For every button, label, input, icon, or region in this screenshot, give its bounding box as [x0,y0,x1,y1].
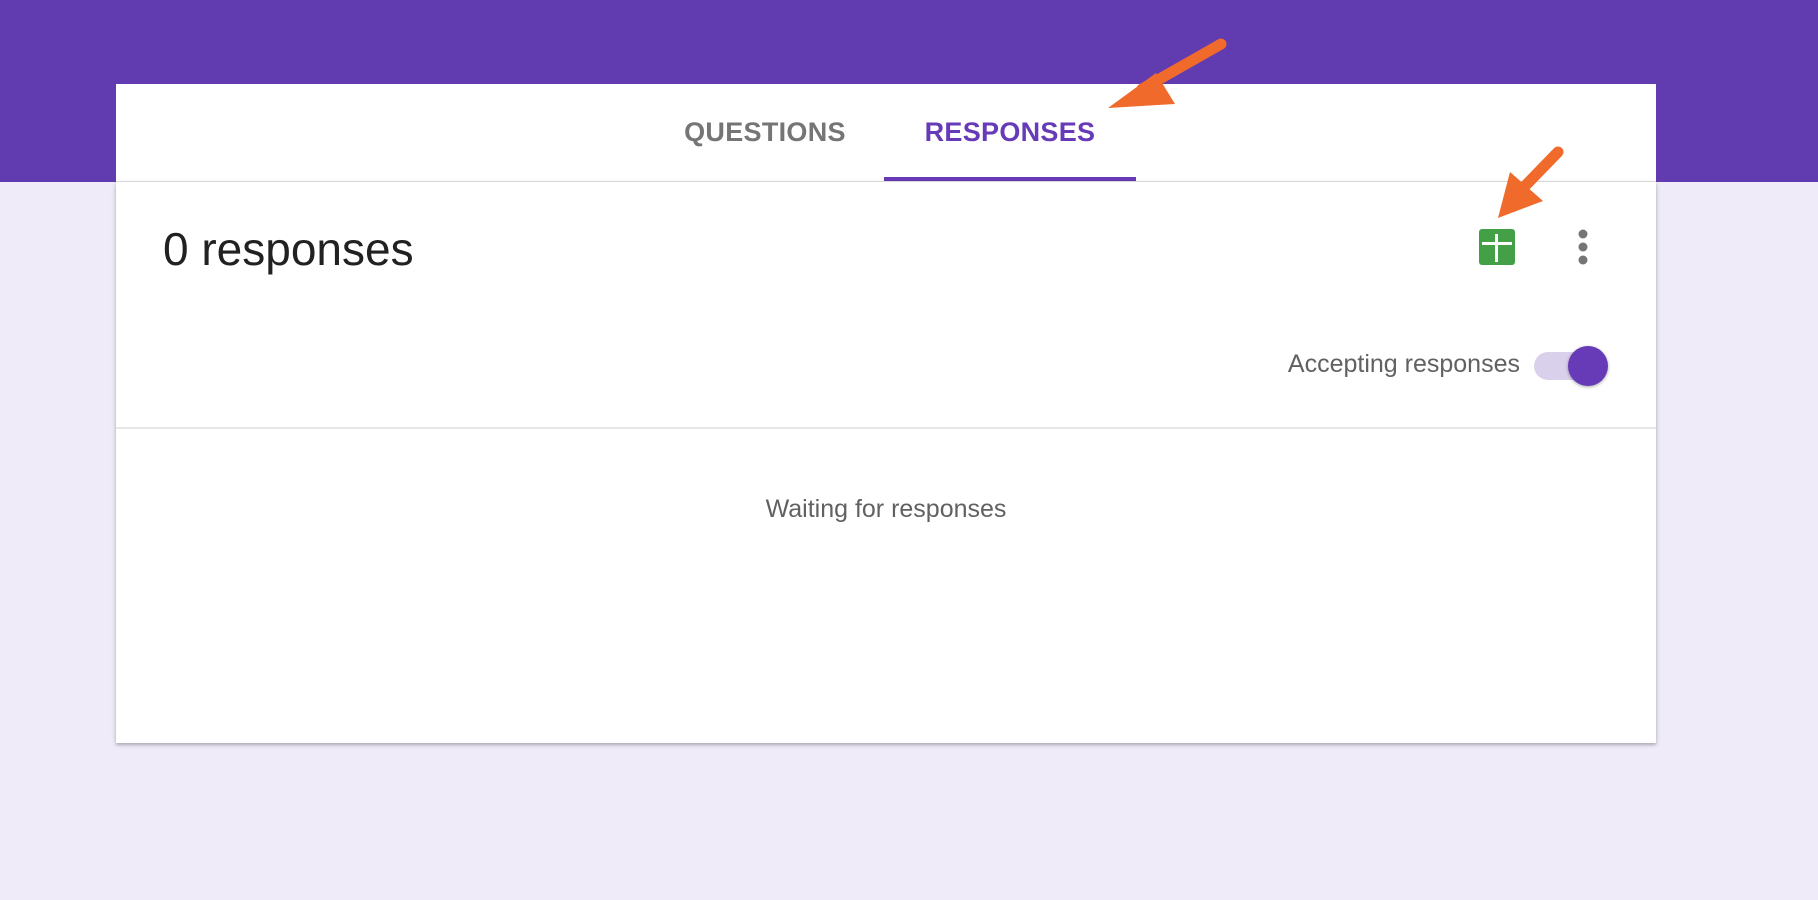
active-tab-indicator [884,177,1136,181]
accepting-responses-toggle[interactable] [1532,344,1610,388]
tab-responses[interactable]: RESPONSES [884,84,1136,181]
create-spreadsheet-button[interactable] [1478,228,1516,266]
accepting-responses-label: Accepting responses [1287,350,1520,378]
more-options-button[interactable] [1573,223,1593,271]
card-divider [116,427,1656,429]
empty-state-message: Waiting for responses [765,495,1007,523]
toggle-thumb [1568,346,1608,386]
tab-questions[interactable]: QUESTIONS [660,84,870,181]
response-count-title: 0 responses [163,223,414,275]
tab-bar: QUESTIONS RESPONSES [116,84,1656,182]
spreadsheet-add-icon [1479,229,1515,265]
more-vert-icon [1578,229,1588,265]
responses-card: 0 responses Accepting responses Waiting … [116,182,1656,743]
